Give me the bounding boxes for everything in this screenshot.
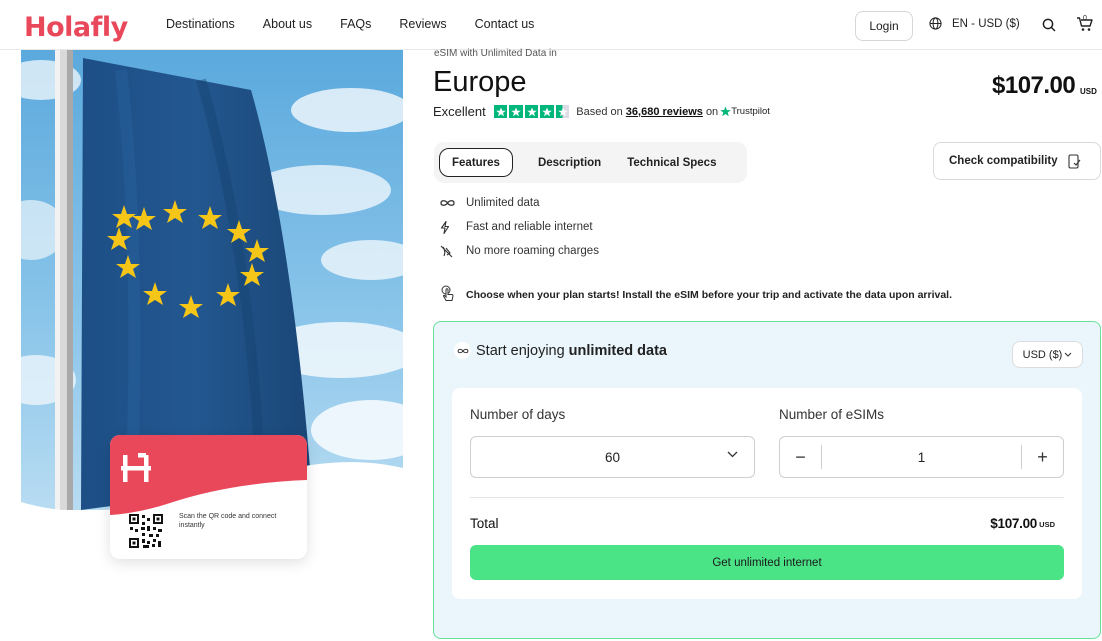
reviews-text: Based on 36,680 reviews on <box>576 106 718 118</box>
qr-card-banner <box>110 435 307 515</box>
currency-select[interactable]: USD ($) <box>1012 341 1083 368</box>
holafly-logo[interactable]: Holafly <box>24 12 128 43</box>
check-compatibility-label: Check compatibility <box>949 155 1058 167</box>
globe-icon <box>929 17 942 30</box>
qr-card: Scan the QR code and connect instantly <box>110 435 307 559</box>
get-unlimited-internet-button[interactable]: Get unlimited internet <box>470 545 1064 580</box>
feature-item: No more roaming charges <box>440 239 599 263</box>
trustpilot-logo: Trustpilot <box>720 106 770 117</box>
nav-faqs[interactable]: FAQs <box>340 17 371 31</box>
days-value: 60 <box>604 449 621 465</box>
purchase-box: Start enjoying unlimited data USD ($) Nu… <box>433 321 1101 639</box>
cart-count: 0 <box>1083 15 1087 22</box>
star-icon <box>493 104 508 119</box>
decrement-button[interactable]: − <box>780 445 822 469</box>
features-list: Unlimited data Fast and reliable interne… <box>440 191 599 263</box>
star-icon <box>540 104 554 119</box>
qr-card-text: Scan the QR code and connect instantly <box>179 513 277 529</box>
nav-destinations[interactable]: Destinations <box>166 17 235 31</box>
divider <box>470 497 1064 498</box>
feature-text: Unlimited data <box>466 197 540 209</box>
language-label: EN - USD ($) <box>952 17 1020 30</box>
feature-item: Unlimited data <box>440 191 599 215</box>
price-value: $107.00 <box>992 72 1076 99</box>
currency-value: USD ($) <box>1022 348 1063 361</box>
plan-config-card: Number of days Number of eSIMs 60 − 1 + … <box>452 388 1082 599</box>
tab-technical-specs[interactable]: Technical Specs <box>615 148 728 177</box>
product-subtitle: eSIM with Unlimited Data in <box>434 48 557 59</box>
purchase-heading: Start enjoying unlimited data <box>454 342 667 359</box>
based-on-text: Based on <box>576 105 623 118</box>
nav-reviews[interactable]: Reviews <box>399 17 446 31</box>
days-select[interactable]: 60 <box>470 436 755 478</box>
product-price: $107.00 <box>992 72 1076 100</box>
tab-description[interactable]: Description <box>526 148 613 177</box>
lightning-icon <box>440 220 450 234</box>
qr-code-icon <box>129 514 163 553</box>
chevron-down-icon <box>1064 352 1072 357</box>
feature-text: No more roaming charges <box>466 245 599 257</box>
nav-contact-us[interactable]: Contact us <box>475 17 535 31</box>
phone-check-icon <box>1068 153 1081 169</box>
site-header: Holafly Destinations About us FAQs Revie… <box>0 0 1102 50</box>
increment-button[interactable]: + <box>1021 445 1063 469</box>
heading-prefix: Start enjoying <box>476 342 565 359</box>
rating-label: Excellent <box>433 104 486 119</box>
tab-features[interactable]: Features <box>439 148 513 177</box>
infinity-icon <box>457 348 468 353</box>
reviews-link[interactable]: 36,680 reviews <box>626 106 703 118</box>
esims-quantity-stepper: − 1 + <box>779 436 1064 478</box>
search-button[interactable] <box>1042 18 1056 37</box>
feature-text: Fast and reliable internet <box>466 221 593 233</box>
info-tabs: Features Description Technical Specs <box>434 142 747 183</box>
main-nav: Destinations About us FAQs Reviews Conta… <box>166 17 562 31</box>
esims-label: Number of eSIMs <box>779 407 885 422</box>
chevron-down-icon <box>727 451 738 458</box>
heading-bold: unlimited data <box>568 342 667 359</box>
no-roaming-icon <box>440 245 453 257</box>
infinity-icon <box>440 200 455 206</box>
cart-button[interactable]: 0 <box>1076 15 1094 37</box>
price-currency: USD <box>1080 87 1097 96</box>
days-label: Number of days <box>470 407 566 422</box>
total-value: $107.00 <box>990 516 1037 531</box>
notice-text: Choose when your plan starts! Install th… <box>466 289 953 301</box>
esims-value[interactable]: 1 <box>822 437 1021 477</box>
feature-item: Fast and reliable internet <box>440 215 599 239</box>
search-icon <box>1042 18 1056 32</box>
language-selector[interactable]: EN - USD ($) <box>929 17 1020 30</box>
half-star-icon <box>555 104 570 119</box>
star-icon <box>524 104 539 119</box>
rating-stars <box>493 104 570 119</box>
trustpilot-star-icon <box>720 106 731 117</box>
total-label: Total <box>470 516 499 531</box>
on-text: on <box>705 105 719 118</box>
total-currency: USD <box>1039 520 1055 529</box>
nav-about-us[interactable]: About us <box>263 17 312 31</box>
star-icon <box>509 104 523 119</box>
trustpilot-label: Trustpilot <box>731 106 770 117</box>
activation-notice: Choose when your plan starts! Install th… <box>440 285 952 305</box>
page-title: Europe <box>433 66 527 98</box>
login-button[interactable]: Login <box>855 11 913 41</box>
trustpilot-rating: Excellent Based on 36,680 reviews on Tru… <box>433 104 770 119</box>
tap-hand-icon <box>441 285 454 301</box>
check-compatibility-button[interactable]: Check compatibility <box>933 142 1101 180</box>
